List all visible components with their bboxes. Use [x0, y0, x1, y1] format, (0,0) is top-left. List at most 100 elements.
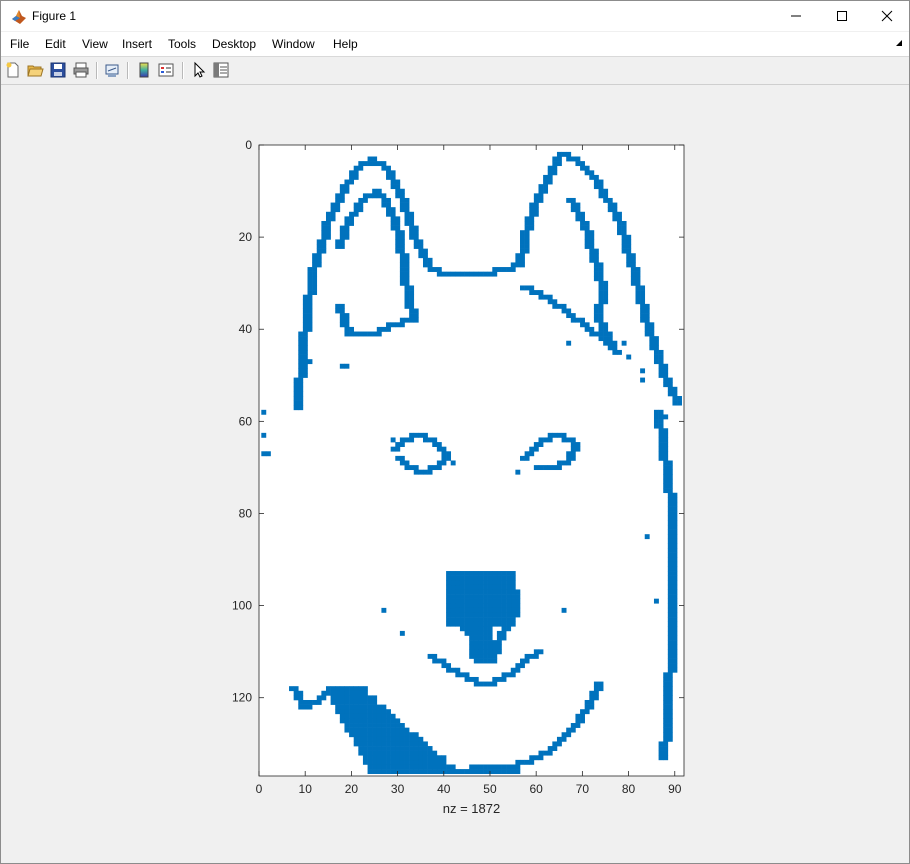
- marker-left-ear-inner: [404, 257, 410, 263]
- link-plot-icon[interactable]: [103, 61, 121, 79]
- marker-chin-outline: [339, 699, 345, 705]
- marker-left-ear-inner: [404, 271, 410, 277]
- y-tick-label: 0: [245, 138, 252, 152]
- marker-right-ear-outline: [533, 211, 539, 217]
- marker-nose: [510, 607, 516, 613]
- marker-right-ear-outline: [626, 253, 632, 259]
- marker-right-ear-inner: [552, 303, 558, 309]
- menu-desktop[interactable]: Desktop: [212, 37, 256, 51]
- marker-nose-fill: [473, 575, 479, 581]
- marker-chin-outline: [339, 690, 345, 696]
- marker-right-eye: [538, 442, 544, 447]
- marker-chin-outline: [335, 690, 341, 696]
- maximize-button[interactable]: [819, 1, 865, 31]
- marker-left-ear-outline: [330, 211, 336, 217]
- marker-lower-fur-fill: [335, 709, 341, 715]
- marker-left-ear-outline: [330, 216, 336, 222]
- marker-left-ear-outline: [321, 239, 327, 245]
- marker-lower-fur-fill: [390, 750, 396, 756]
- menu-file[interactable]: File: [10, 37, 29, 51]
- spy-plot[interactable]: 0 10 20 30 40 50 60 70 80 90 0 20 40 60 80 100 120 nz = 1…: [1, 85, 909, 863]
- insert-colorbar-icon[interactable]: [135, 61, 153, 79]
- marker-nose: [455, 580, 461, 586]
- marker-nose-fill: [446, 571, 452, 576]
- marker-left-ear-outline: [358, 165, 364, 171]
- marker-left-ear-inner: [381, 193, 387, 199]
- marker-left-eye: [432, 437, 438, 443]
- marker-lower-fur-fill: [353, 699, 359, 705]
- marker-right-edge: [667, 607, 673, 613]
- marker-left-eye: [446, 455, 452, 461]
- marker-nose: [515, 598, 521, 604]
- marker-left-ear-inner: [404, 290, 410, 295]
- marker-right-eye: [533, 446, 539, 452]
- marker-left-ear-outline: [302, 336, 308, 342]
- menu-insert[interactable]: Insert: [122, 37, 152, 51]
- property-inspector-icon[interactable]: [212, 61, 230, 79]
- marker-lower-fur-fill: [344, 686, 350, 692]
- menu-window[interactable]: Window: [272, 37, 315, 51]
- marker-right-ear-inner: [598, 290, 604, 295]
- marker-left-ear-inner: [404, 276, 410, 282]
- marker-nose-fill: [464, 617, 470, 623]
- marker-nose: [469, 571, 475, 576]
- marker-lower-fur-fill: [432, 750, 438, 756]
- marker-right-ear-outline: [552, 170, 558, 176]
- marker-chin-outline: [552, 741, 558, 747]
- marker-right-eye: [529, 451, 535, 457]
- marker-chin-outline: [349, 713, 355, 719]
- marker-left-eye: [409, 437, 415, 443]
- marker-left-ear-outline: [298, 345, 304, 351]
- marker-right-ear-inner: [598, 294, 604, 300]
- menu-tools[interactable]: Tools: [168, 37, 196, 51]
- marker-nose-fill: [469, 607, 475, 613]
- minimize-button[interactable]: [773, 1, 819, 31]
- marker-lower-left-fur: [353, 727, 359, 733]
- marker-nose: [473, 653, 479, 659]
- print-icon[interactable]: [72, 61, 90, 79]
- marker-right-ear-inner: [593, 267, 599, 272]
- marker-left-ear-outline: [413, 225, 419, 231]
- marker-lower-fur-fill: [381, 764, 387, 770]
- menu-edit[interactable]: Edit: [45, 37, 66, 51]
- marker-lower-fur-fill: [372, 718, 378, 724]
- menu-help[interactable]: Help: [333, 37, 358, 51]
- marker-lower-fur-fill: [358, 695, 364, 701]
- marker-nose-fill: [469, 589, 475, 595]
- insert-legend-icon[interactable]: [157, 61, 175, 79]
- marker-right-ear-outline: [663, 372, 669, 378]
- open-file-icon[interactable]: [26, 61, 44, 79]
- marker-left-ear-outline: [302, 340, 308, 346]
- marker-chin-outline: [478, 764, 484, 770]
- marker-lower-fur-fill: [376, 764, 382, 770]
- marker-lower-fur-fill: [404, 732, 410, 738]
- marker-chin-outline: [547, 750, 553, 756]
- marker-right-eye: [566, 455, 572, 461]
- marker-left-ear-outline: [372, 161, 378, 167]
- marker-right-ear-outline: [543, 179, 549, 185]
- save-icon[interactable]: [49, 61, 67, 79]
- marker-chin-outline: [418, 764, 424, 770]
- marker-right-edge: [672, 557, 678, 563]
- marker-lower-fur-fill: [413, 736, 419, 742]
- close-button[interactable]: [864, 1, 910, 31]
- edit-plot-arrow-icon[interactable]: [190, 61, 208, 79]
- marker-left-ear-outline: [307, 285, 313, 291]
- minimize-icon: [791, 15, 801, 17]
- marker-left-ear-inner: [381, 202, 387, 208]
- marker-chin-outline: [302, 699, 308, 705]
- marker-chin-outline: [473, 764, 479, 770]
- marker-right-ear-inner: [593, 331, 599, 337]
- marker-nose-fill: [483, 653, 488, 659]
- marker-nose-fill: [506, 589, 512, 595]
- new-figure-icon[interactable]: [4, 61, 22, 79]
- marker-nose: [510, 612, 516, 618]
- marker-mouth: [450, 667, 456, 673]
- marker-right-edge: [672, 663, 678, 669]
- marker-right-edge: [672, 501, 678, 507]
- marker-left-ear-inner: [344, 230, 350, 236]
- menu-view[interactable]: View: [82, 37, 108, 51]
- marker-lower-fur-fill: [409, 769, 415, 775]
- dock-arrow-icon[interactable]: [894, 38, 904, 48]
- marker-right-ear-outline: [584, 165, 590, 171]
